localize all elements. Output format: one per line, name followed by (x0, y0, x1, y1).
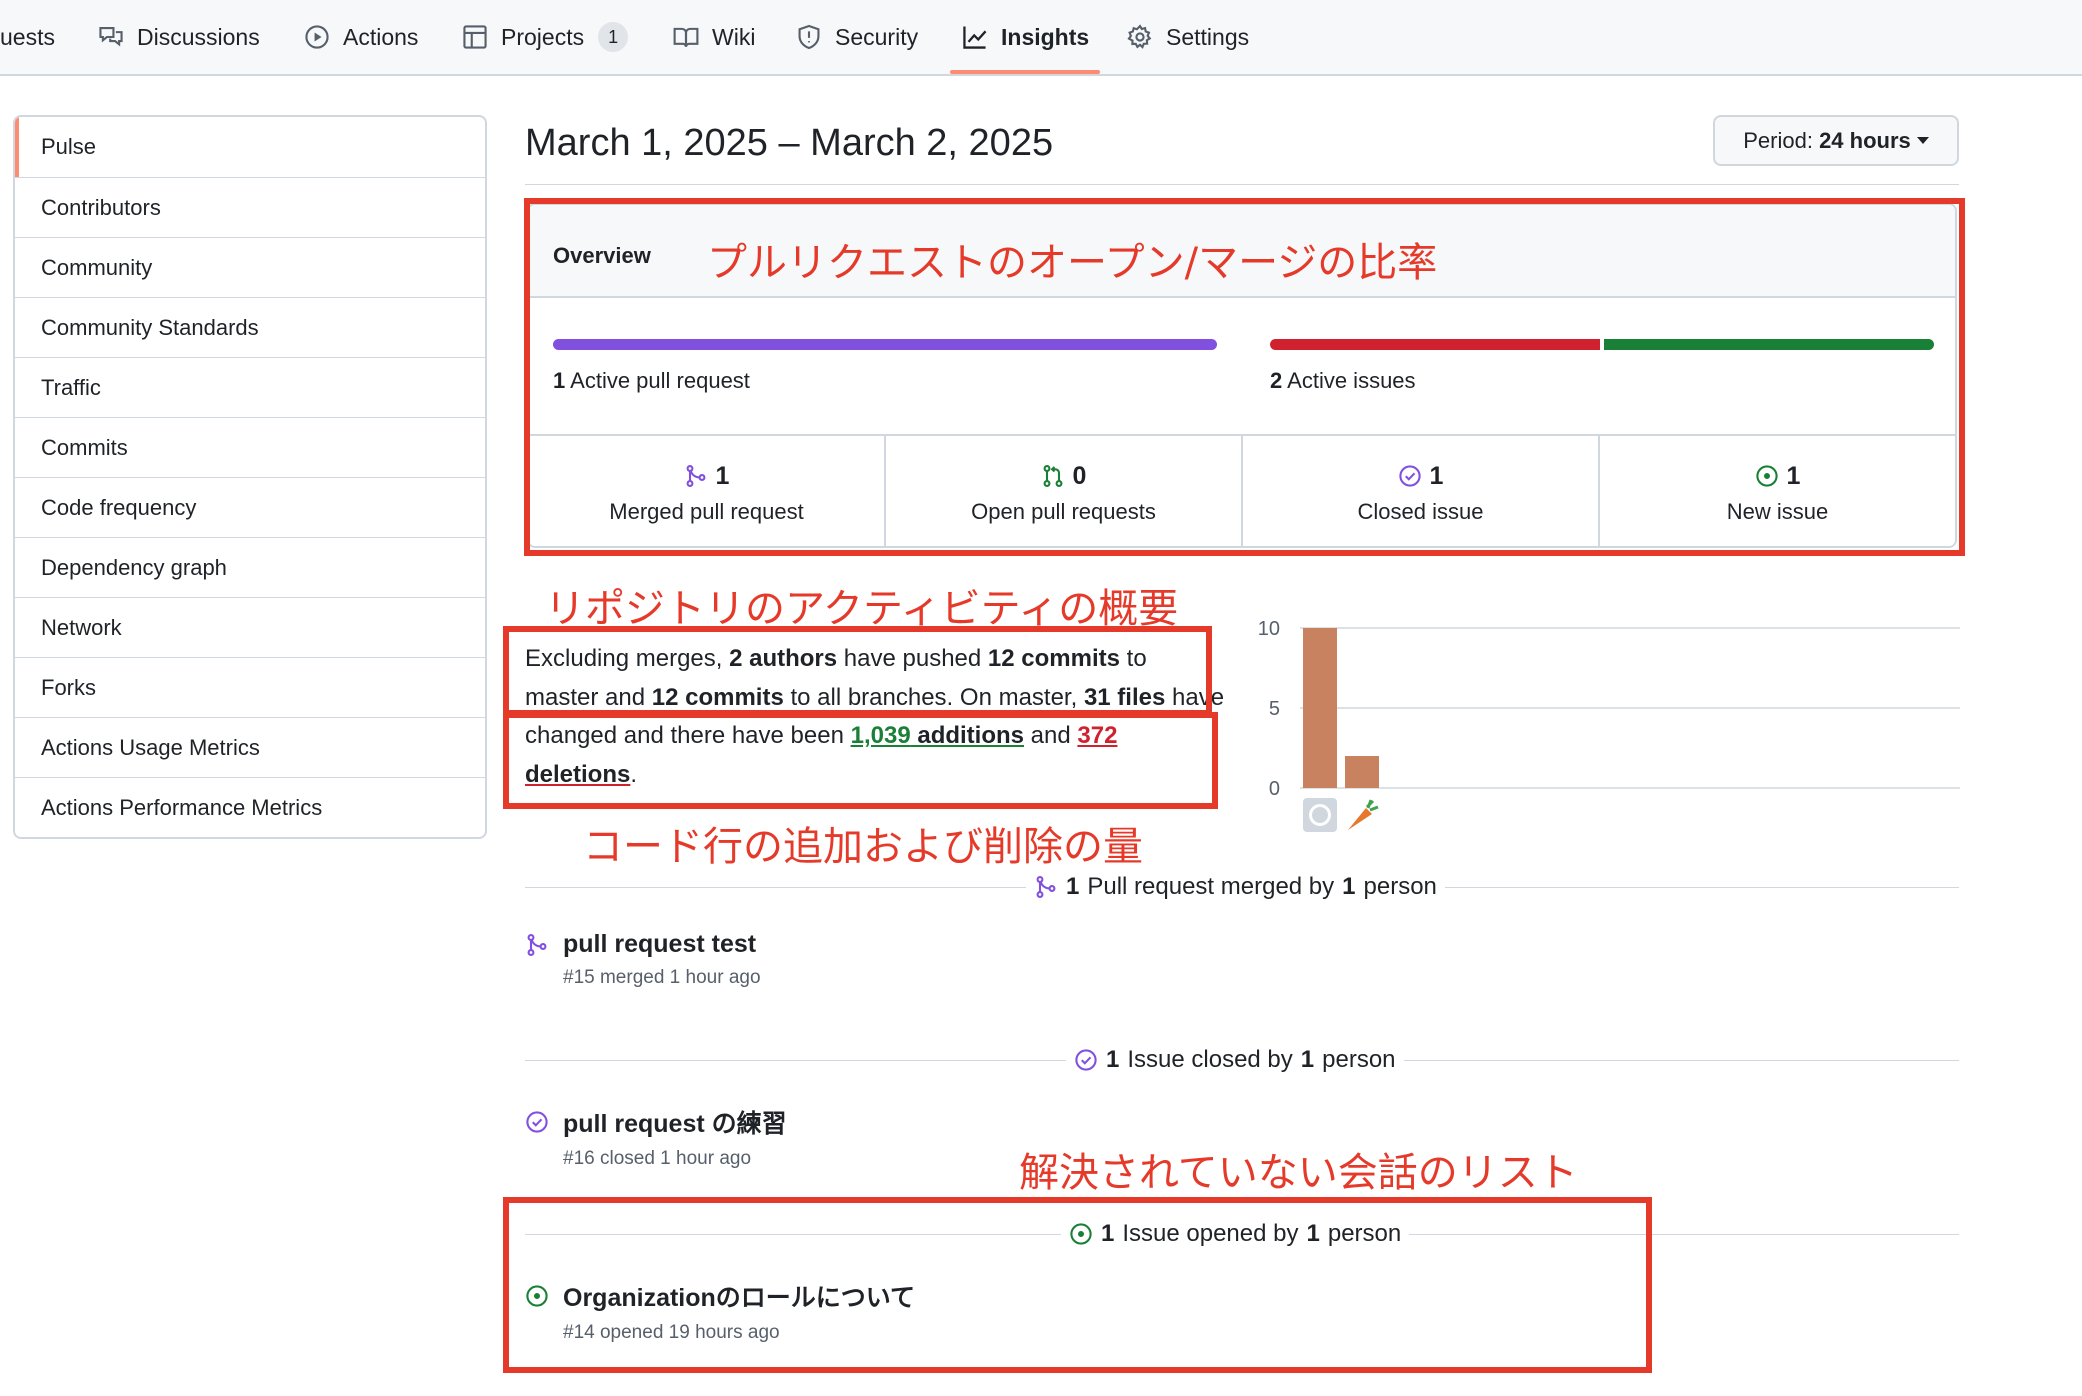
merged-pr-entry: pull request test #15 merged 1 hour ago (525, 930, 761, 989)
period-value: 24 hours (1819, 127, 1911, 153)
tab-actions-label: Actions (343, 23, 419, 50)
period-select-button[interactable]: Period: 24 hours (1713, 115, 1959, 166)
repo-nav: uests Discussions Actions Projects 1 Wik… (0, 0, 2082, 76)
tab-settings-label: Settings (1166, 23, 1250, 50)
gear-icon (1126, 23, 1154, 51)
tab-pull-requests[interactable]: uests (0, 0, 55, 74)
tab-discussions[interactable]: Discussions (97, 0, 260, 74)
annotation-box-activity (503, 626, 1212, 716)
projects-counter: 1 (598, 22, 629, 52)
github-avatar[interactable] (1303, 798, 1337, 832)
tab-projects[interactable]: Projects 1 (461, 0, 629, 74)
annotation-box-lines (503, 712, 1218, 809)
closed-section-text: Issue closed by (1127, 1046, 1293, 1073)
sidebar-item-dependency-graph[interactable]: Dependency graph (15, 537, 485, 597)
shield-icon (795, 23, 823, 51)
tab-projects-label: Projects (501, 23, 585, 50)
y-tick-label: 5 (1269, 698, 1280, 720)
header-divider (525, 184, 1959, 185)
tab-settings[interactable]: Settings (1126, 0, 1249, 74)
y-tick-label: 0 (1269, 778, 1280, 800)
commits-by-author-chart: 10 5 0 (1258, 618, 1960, 832)
sidebar-item-traffic[interactable]: Traffic (15, 357, 485, 417)
tab-discussions-label: Discussions (137, 23, 260, 50)
closed-section-count2: 1 (1300, 1046, 1315, 1073)
sidebar-item-actions-usage-metrics[interactable]: Actions Usage Metrics (15, 717, 485, 777)
sidebar-item-actions-performance-metrics[interactable]: Actions Performance Metrics (15, 777, 485, 837)
merged-pr-meta: #15 merged 1 hour ago (563, 967, 761, 988)
merged-section-count: 1 (1066, 873, 1080, 900)
sidebar-item-forks[interactable]: Forks (15, 657, 485, 717)
closed-section-header: 1 Issue closed by 1 person (1066, 1041, 1404, 1079)
page-title: March 1, 2025 – March 2, 2025 (525, 122, 1054, 164)
commit-bar-github-avatar[interactable] (1303, 628, 1337, 788)
tab-insights-label: Insights (1001, 23, 1090, 50)
tab-security[interactable]: Security (795, 0, 918, 74)
git-merge-icon (1036, 876, 1056, 898)
sidebar-item-community[interactable]: Community (15, 237, 485, 297)
caret-down-icon (1916, 137, 1929, 144)
graph-icon (961, 23, 989, 51)
annotation-lines-note: コード行の追加および削除の量 (583, 824, 1143, 870)
sidebar-item-code-frequency[interactable]: Code frequency (15, 477, 485, 537)
active-tab-underline (950, 70, 1100, 74)
issue-closed-icon (526, 1111, 548, 1133)
tab-actions[interactable]: Actions (303, 0, 418, 74)
sidebar-item-contributors[interactable]: Contributors (15, 177, 485, 237)
carrot-avatar[interactable] (1348, 799, 1379, 830)
sidebar-item-commits[interactable]: Commits (15, 417, 485, 477)
book-icon (672, 23, 700, 51)
sidebar-item-community-standards[interactable]: Community Standards (15, 297, 485, 357)
y-tick-label: 10 (1258, 618, 1280, 640)
sidebar-item-network[interactable]: Network (15, 597, 485, 657)
insights-sidebar: Pulse Contributors Community Community S… (13, 115, 487, 839)
merged-section-text2: person (1363, 873, 1437, 900)
merged-section-text: Pull request merged by (1087, 873, 1335, 900)
period-prefix: Period: (1743, 127, 1813, 153)
merged-pr-title-link[interactable]: pull request test (563, 930, 756, 959)
closed-section-count: 1 (1106, 1046, 1120, 1073)
annotation-unresolved-note: 解決されていない会話のリスト (1019, 1150, 1578, 1196)
sidebar-item-pulse[interactable]: Pulse (15, 117, 485, 177)
commit-bar-carrot-avatar[interactable] (1345, 756, 1379, 788)
issue-closed-icon (1075, 1049, 1097, 1071)
tab-wiki-label: Wiki (712, 23, 756, 50)
tab-security-label: Security (835, 23, 919, 50)
play-icon (303, 23, 331, 51)
tab-insights[interactable]: Insights (961, 0, 1089, 74)
merged-section-count2: 1 (1342, 873, 1356, 900)
closed-section-text2: person (1322, 1046, 1396, 1073)
tab-wiki[interactable]: Wiki (672, 0, 755, 74)
closed-issue-title-link[interactable]: pull request の練習 (563, 1104, 787, 1140)
table-icon (461, 23, 489, 51)
merged-section-header: 1 Pull request merged by 1 person (1026, 868, 1445, 906)
git-merge-icon (527, 933, 547, 956)
closed-issue-entry: pull request の練習 #16 closed 1 hour ago (525, 1104, 787, 1170)
closed-issue-meta: #16 closed 1 hour ago (563, 1148, 752, 1169)
annotation-overview-note: プルリクエストのオープン/マージの比率 (707, 240, 1438, 286)
tab-pull-requests-label: uests (0, 23, 55, 50)
annotation-box-unresolved (503, 1197, 1652, 1373)
comment-discussion-icon (97, 23, 125, 51)
